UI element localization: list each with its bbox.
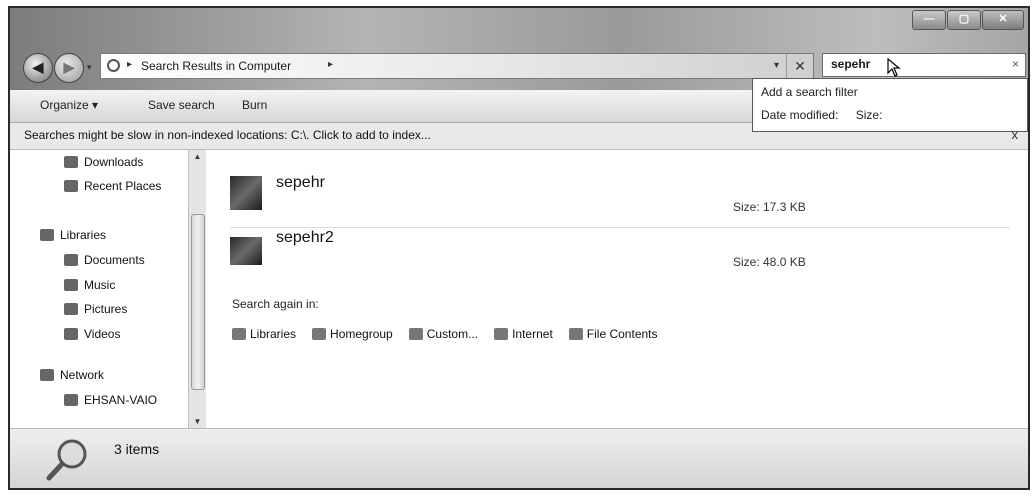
- navigation-scrollbar[interactable]: ▲ ▼: [188, 150, 206, 428]
- computer-icon: [64, 394, 78, 406]
- results-pane: sepehr Size: 17.3 KB sepehr2 Size: 48.0 …: [206, 150, 1028, 428]
- search-again-libraries[interactable]: Libraries: [232, 327, 296, 341]
- image-thumbnail: [230, 176, 262, 210]
- sidebar-item-ehsan-vaio[interactable]: EHSAN-VAIO: [64, 393, 157, 407]
- back-button[interactable]: ◀: [23, 53, 53, 83]
- sidebar-item-label: Downloads: [84, 155, 144, 169]
- clear-search-icon[interactable]: ×: [1012, 57, 1019, 71]
- item-count: 3 items: [114, 441, 160, 457]
- breadcrumb-search-results[interactable]: Search Results in Computer: [141, 59, 291, 73]
- search-again-internet[interactable]: Internet: [494, 327, 553, 341]
- result-item[interactable]: sepehr Size: 17.3 KB: [230, 172, 1010, 222]
- pictures-icon: [64, 303, 78, 315]
- sidebar-item-libraries[interactable]: Libraries: [40, 228, 106, 242]
- scroll-down-icon[interactable]: ▼: [189, 417, 206, 426]
- breadcrumb-trailing-arrow-icon[interactable]: ▸: [328, 59, 333, 70]
- sidebar-item-label: Libraries: [60, 228, 107, 242]
- organize-button[interactable]: Organize ▾: [40, 98, 98, 112]
- save-search-button[interactable]: Save search: [148, 98, 215, 112]
- homegroup-icon: [312, 328, 327, 340]
- sidebar-item-music[interactable]: Music: [64, 278, 115, 292]
- sidebar-item-label: Documents: [84, 253, 145, 267]
- search-filter-popup: Add a search filter Date modified: Size:: [752, 78, 1028, 132]
- address-dropdown-icon[interactable]: ▾: [774, 60, 779, 71]
- recent-places-icon: [64, 180, 78, 192]
- index-info-message[interactable]: Searches might be slow in non-indexed lo…: [24, 128, 431, 142]
- location-label: Internet: [512, 327, 553, 341]
- result-name[interactable]: sepehr: [276, 174, 325, 192]
- breadcrumb-arrow-icon[interactable]: ▸: [127, 59, 132, 70]
- sidebar-item-label: Videos: [84, 327, 121, 341]
- location-label: Custom...: [426, 327, 479, 341]
- scroll-up-icon[interactable]: ▲: [189, 152, 206, 161]
- sidebar-item-label: Recent Places: [84, 179, 162, 193]
- sidebar-item-documents[interactable]: Documents: [64, 253, 145, 267]
- sidebar-item-downloads[interactable]: Downloads: [64, 155, 143, 169]
- libraries-icon: [40, 229, 54, 241]
- sidebar-item-pictures[interactable]: Pictures: [64, 302, 127, 316]
- burn-button[interactable]: Burn: [242, 98, 267, 112]
- search-again-custom[interactable]: Custom...: [408, 327, 479, 341]
- close-button[interactable]: ✕: [982, 10, 1024, 30]
- internet-icon: [494, 328, 509, 340]
- search-query[interactable]: sepehr: [831, 57, 870, 71]
- documents-icon: [64, 254, 78, 266]
- recent-pages-dropdown[interactable]: ▾: [87, 62, 92, 73]
- sidebar-item-label: Music: [84, 278, 116, 292]
- image-thumbnail: [230, 237, 262, 265]
- magnifier-icon: [46, 439, 87, 481]
- result-size: Size: 17.3 KB: [733, 200, 806, 214]
- stop-search-button[interactable]: ✕: [786, 54, 813, 78]
- document-icon: [568, 328, 583, 340]
- location-label: Libraries: [250, 327, 297, 341]
- sidebar-item-label: EHSAN-VAIO: [84, 393, 158, 407]
- mouse-cursor-icon: [887, 58, 901, 77]
- sidebar-item-label: Pictures: [84, 302, 128, 316]
- search-again-homegroup[interactable]: Homegroup: [312, 327, 393, 341]
- videos-icon: [64, 328, 78, 340]
- search-location-icon: [107, 59, 120, 72]
- minimize-button[interactable]: —: [912, 10, 946, 30]
- sidebar-item-videos[interactable]: Videos: [64, 327, 120, 341]
- filter-popup-title: Add a search filter: [761, 85, 858, 99]
- window-controls: — ▢ ✕: [911, 10, 1024, 30]
- back-arrow-icon: ◀: [32, 59, 44, 75]
- music-icon: [64, 279, 78, 291]
- sidebar-item-network[interactable]: Network: [40, 368, 104, 382]
- filter-options: Date modified: Size:: [761, 108, 896, 122]
- libraries-icon: [232, 328, 246, 340]
- maximize-button[interactable]: ▢: [947, 10, 981, 30]
- forward-button[interactable]: ▶: [54, 53, 84, 83]
- search-again-locations: Libraries Homegroup Custom... Internet F…: [232, 327, 674, 341]
- location-label: Homegroup: [330, 327, 393, 341]
- result-name[interactable]: sepehr2: [276, 229, 334, 247]
- downloads-icon: [64, 156, 78, 168]
- sidebar-item-recent-places[interactable]: Recent Places: [64, 179, 161, 193]
- search-input[interactable]: sepehr ×: [822, 53, 1026, 77]
- search-again-file-contents[interactable]: File Contents: [568, 327, 658, 341]
- forward-arrow-icon: ▶: [63, 59, 75, 75]
- scrollbar-thumb[interactable]: [191, 214, 205, 390]
- result-size: Size: 48.0 KB: [733, 255, 806, 269]
- sidebar-item-label: Network: [60, 368, 105, 382]
- navigation-pane: Downloads Recent Places Libraries Docume…: [10, 150, 190, 428]
- address-bar[interactable]: ▸ Search Results in Computer ▸ ▾ ✕: [100, 53, 814, 79]
- filter-date-modified[interactable]: Date modified:: [761, 108, 838, 122]
- filter-size[interactable]: Size:: [856, 108, 883, 122]
- result-item[interactable]: sepehr2 Size: 48.0 KB: [230, 227, 1010, 277]
- network-icon: [40, 369, 54, 381]
- explorer-window: — ▢ ✕ ◀ ▶ ▾ ▸ Search Results in Computer…: [8, 6, 1030, 490]
- details-pane: 3 items: [10, 428, 1028, 488]
- search-again-label: Search again in:: [232, 297, 319, 311]
- location-label: File Contents: [586, 327, 658, 341]
- folder-icon: [408, 328, 423, 340]
